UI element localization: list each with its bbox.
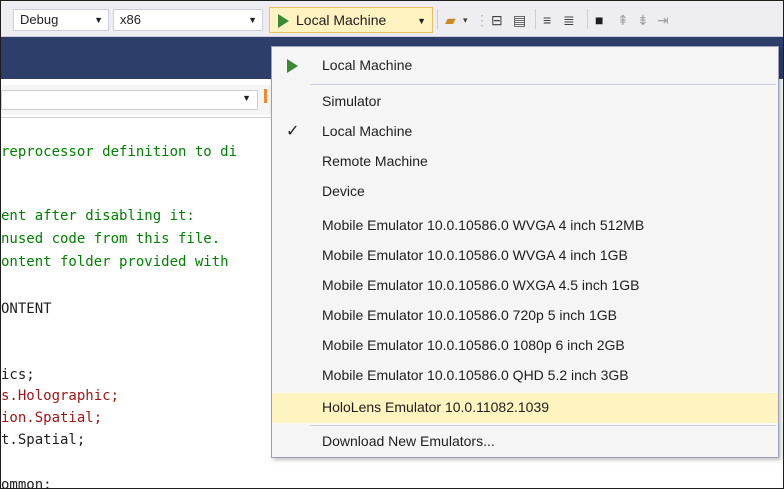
start-debugging-button[interactable]: Local Machine ▼	[269, 7, 433, 33]
code-line: ent after disabling it:	[1, 208, 195, 224]
indent-icon[interactable]: ⊟	[491, 11, 503, 29]
menu-item-label: Mobile Emulator 10.0.10586.0 WXGA 4.5 in…	[322, 277, 640, 293]
menu-item-label: Mobile Emulator 10.0.10586.0 WVGA 4 inch…	[322, 217, 645, 233]
uncomment-icon[interactable]: ≣	[563, 11, 575, 29]
code-editor[interactable]: reprocessor definition to di ent after d…	[1, 1, 291, 489]
next-bookmark-icon[interactable]: ⇟	[637, 11, 649, 29]
toolbar-separator	[535, 9, 536, 29]
code-line: t.Spatial;	[1, 432, 86, 448]
menu-item-label: Mobile Emulator 10.0.10586.0 720p 5 inch…	[322, 307, 617, 323]
menu-item-device[interactable]: Device	[272, 177, 778, 207]
code-line: reprocessor definition to di	[1, 144, 238, 160]
code-line: ONTENT	[1, 301, 52, 317]
code-line: s.Holographic;	[1, 388, 120, 404]
chevron-down-icon: ▼	[417, 16, 426, 26]
check-icon: ✓	[286, 123, 300, 140]
bookmark-icon[interactable]: ■	[595, 11, 603, 29]
menu-item-mobile-emulator-wxga[interactable]: Mobile Emulator 10.0.10586.0 WXGA 4.5 in…	[272, 271, 778, 301]
menu-item-local-machine-run[interactable]: Local Machine	[272, 51, 778, 81]
toolbar-separator	[587, 9, 588, 29]
chevron-down-icon[interactable]: ▾	[463, 11, 468, 29]
toolbar-separator	[437, 9, 438, 29]
play-icon	[287, 59, 298, 73]
menu-item-label: Remote Machine	[322, 153, 428, 169]
grip-icon: ⋮	[475, 12, 489, 28]
menu-item-local-machine[interactable]: ✓ Local Machine	[272, 117, 778, 147]
clear-bookmarks-icon[interactable]: ⇥	[657, 11, 669, 29]
menu-item-simulator[interactable]: Simulator	[272, 87, 778, 117]
run-target-label: Local Machine	[296, 12, 387, 28]
solution-explorer-icon[interactable]: ▤	[513, 11, 526, 29]
browse-icon[interactable]: ▰	[445, 11, 456, 29]
menu-item-mobile-emulator-wvga-1gb[interactable]: Mobile Emulator 10.0.10586.0 WVGA 4 inch…	[272, 241, 778, 271]
menu-separator	[310, 425, 776, 426]
menu-item-label: Local Machine	[322, 123, 413, 139]
menu-item-label: Mobile Emulator 10.0.10586.0 QHD 5.2 inc…	[322, 367, 629, 383]
menu-item-mobile-emulator-qhd[interactable]: Mobile Emulator 10.0.10586.0 QHD 5.2 inc…	[272, 361, 778, 391]
run-target-dropdown-menu: Local Machine Simulator ✓ Local Machine …	[271, 46, 779, 458]
code-line: nused code from this file.	[1, 231, 221, 247]
menu-item-label: Mobile Emulator 10.0.10586.0 1080p 6 inc…	[322, 337, 625, 353]
menu-item-download-emulators[interactable]: Download New Emulators...	[272, 427, 778, 457]
menu-item-label: HoloLens Emulator 10.0.11082.1039	[322, 399, 550, 415]
menu-item-label: Download New Emulators...	[322, 433, 495, 449]
menu-item-label: Local Machine	[322, 57, 413, 73]
menu-item-label: Mobile Emulator 10.0.10586.0 WVGA 4 inch…	[322, 247, 628, 263]
menu-item-remote-machine[interactable]: Remote Machine	[272, 147, 778, 177]
code-line: ics;	[1, 367, 35, 383]
menu-item-mobile-emulator-wvga-512mb[interactable]: Mobile Emulator 10.0.10586.0 WVGA 4 inch…	[272, 211, 778, 241]
menu-item-label: Device	[322, 183, 365, 199]
comment-icon[interactable]: ≡	[543, 11, 551, 29]
visual-studio-window: Debug ▼ x86 ▼ Local Machine ▼ ▰ ▾ ⋮ ⊟ ▤ …	[0, 0, 784, 489]
menu-item-mobile-emulator-1080p[interactable]: Mobile Emulator 10.0.10586.0 1080p 6 inc…	[272, 331, 778, 361]
menu-item-mobile-emulator-720p[interactable]: Mobile Emulator 10.0.10586.0 720p 5 inch…	[272, 301, 778, 331]
menu-item-hololens-emulator[interactable]: HoloLens Emulator 10.0.11082.1039	[272, 393, 778, 423]
code-line: ontent folder provided with	[1, 254, 229, 270]
code-line: ion.Spatial;	[1, 410, 103, 426]
menu-item-label: Simulator	[322, 93, 382, 109]
code-line: ommon;	[1, 477, 52, 489]
previous-bookmark-icon[interactable]: ⇞	[617, 11, 629, 29]
menu-separator	[310, 84, 776, 85]
